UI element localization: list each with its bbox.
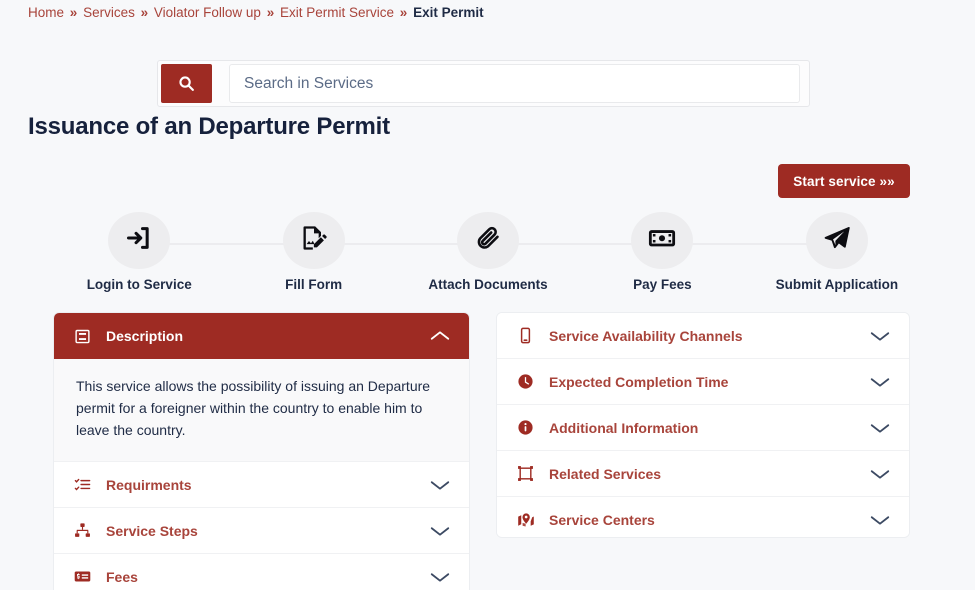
breadcrumb-item-services[interactable]: Services bbox=[83, 5, 135, 20]
breadcrumb-separator: » bbox=[266, 5, 275, 20]
chevron-down-icon bbox=[869, 467, 891, 481]
map-marker-icon bbox=[517, 512, 537, 529]
step-icon-circle bbox=[631, 212, 694, 269]
mobile-icon bbox=[517, 327, 537, 344]
breadcrumb-separator: » bbox=[69, 5, 78, 20]
breadcrumb-item-home[interactable]: Home bbox=[28, 5, 64, 20]
checklist-icon bbox=[74, 476, 94, 493]
step-label: Pay Fees bbox=[633, 277, 692, 292]
accordion-header-fees[interactable]: Fees bbox=[54, 554, 469, 590]
accordion-title: Related Services bbox=[549, 465, 662, 482]
step-icon-circle bbox=[282, 212, 345, 269]
breadcrumb-separator: » bbox=[399, 5, 408, 20]
left-accordion-column: Description This service allows the poss… bbox=[53, 312, 470, 590]
chevron-down-icon bbox=[429, 478, 451, 492]
search-button[interactable] bbox=[161, 64, 212, 103]
step-icon-circle bbox=[457, 212, 520, 269]
step-attach-documents[interactable]: Attach Documents bbox=[313, 212, 575, 292]
accordion-header-additional-information[interactable]: Additional Information bbox=[497, 405, 909, 451]
search-bar bbox=[157, 60, 810, 107]
accordion-header-requirments[interactable]: Requirments bbox=[54, 462, 469, 508]
page-title: Issuance of an Departure Permit bbox=[28, 113, 390, 140]
form-edit-icon bbox=[300, 224, 328, 257]
fee-card-icon bbox=[74, 568, 94, 585]
accordion-title: Fees bbox=[106, 568, 138, 585]
chevron-up-icon bbox=[429, 329, 451, 343]
paperclip-icon bbox=[475, 225, 502, 257]
accordion-header-service-centers[interactable]: Service Centers bbox=[497, 497, 909, 537]
breadcrumb-item-violator-follow-up[interactable]: Violator Follow up bbox=[154, 5, 261, 20]
accordion-title: Service Centers bbox=[549, 512, 655, 528]
accordion-header-expected-completion-time[interactable]: Expected Completion Time bbox=[497, 359, 909, 405]
accordion-title: Service Availability Channels bbox=[549, 327, 743, 344]
step-label: Login to Service bbox=[86, 277, 192, 292]
accordion-title: Description bbox=[106, 328, 184, 344]
chevron-down-icon bbox=[869, 513, 891, 527]
step-label: Submit Application bbox=[775, 277, 899, 292]
book-icon bbox=[74, 328, 94, 345]
chevron-down-icon bbox=[429, 570, 451, 584]
chevron-down-icon bbox=[869, 329, 891, 343]
chevron-down-icon bbox=[869, 375, 891, 389]
info-circle-icon bbox=[517, 419, 537, 436]
breadcrumb-separator: » bbox=[140, 5, 149, 20]
breadcrumb-item-exit-permit-service[interactable]: Exit Permit Service bbox=[280, 5, 394, 20]
accordion-title: Service Steps bbox=[106, 522, 198, 539]
accordion-header-service-availability-channels[interactable]: Service Availability Channels bbox=[497, 313, 909, 359]
step-icon-circle bbox=[108, 212, 171, 269]
clock-icon bbox=[517, 373, 537, 390]
accordion-body-description: This service allows the possibility of i… bbox=[54, 359, 469, 462]
accordion-title: Additional Information bbox=[549, 419, 699, 436]
sign-in-icon bbox=[125, 224, 153, 257]
step-login-to-service[interactable]: Login to Service bbox=[52, 212, 226, 292]
accordion-title: Expected Completion Time bbox=[549, 373, 729, 390]
frame-icon bbox=[517, 465, 537, 482]
breadcrumb: Home » Services » Violator Follow up » E… bbox=[28, 4, 484, 22]
search-icon bbox=[178, 75, 195, 92]
start-service-button[interactable]: Start service »» bbox=[778, 164, 910, 198]
accordion-header-description[interactable]: Description bbox=[54, 313, 469, 359]
step-label: Fill Form bbox=[285, 277, 343, 292]
accordion-header-service-steps[interactable]: Service Steps bbox=[54, 508, 469, 554]
step-pay-fees[interactable]: Pay Fees bbox=[488, 212, 749, 292]
service-steps-progress: Login to Service Fill Form Attach Docume… bbox=[52, 212, 924, 292]
breadcrumb-item-current: Exit Permit bbox=[413, 5, 484, 20]
description-text: This service allows the possibility of i… bbox=[76, 378, 431, 438]
accordion-title: Requirments bbox=[106, 476, 192, 493]
step-icon-circle bbox=[805, 212, 868, 269]
chevron-down-icon bbox=[429, 524, 451, 538]
paper-plane-icon bbox=[823, 224, 851, 257]
money-bill-icon bbox=[648, 224, 676, 257]
search-input[interactable] bbox=[229, 64, 800, 103]
right-accordion-column: Service Availability Channels Expected C… bbox=[496, 312, 910, 538]
step-label: Attach Documents bbox=[428, 277, 548, 292]
accordion-header-related-services[interactable]: Related Services bbox=[497, 451, 909, 497]
step-fill-form[interactable]: Fill Form bbox=[139, 212, 400, 292]
step-submit-application[interactable]: Submit Application bbox=[662, 212, 924, 292]
chevron-down-icon bbox=[869, 421, 891, 435]
sitemap-icon bbox=[74, 522, 94, 539]
